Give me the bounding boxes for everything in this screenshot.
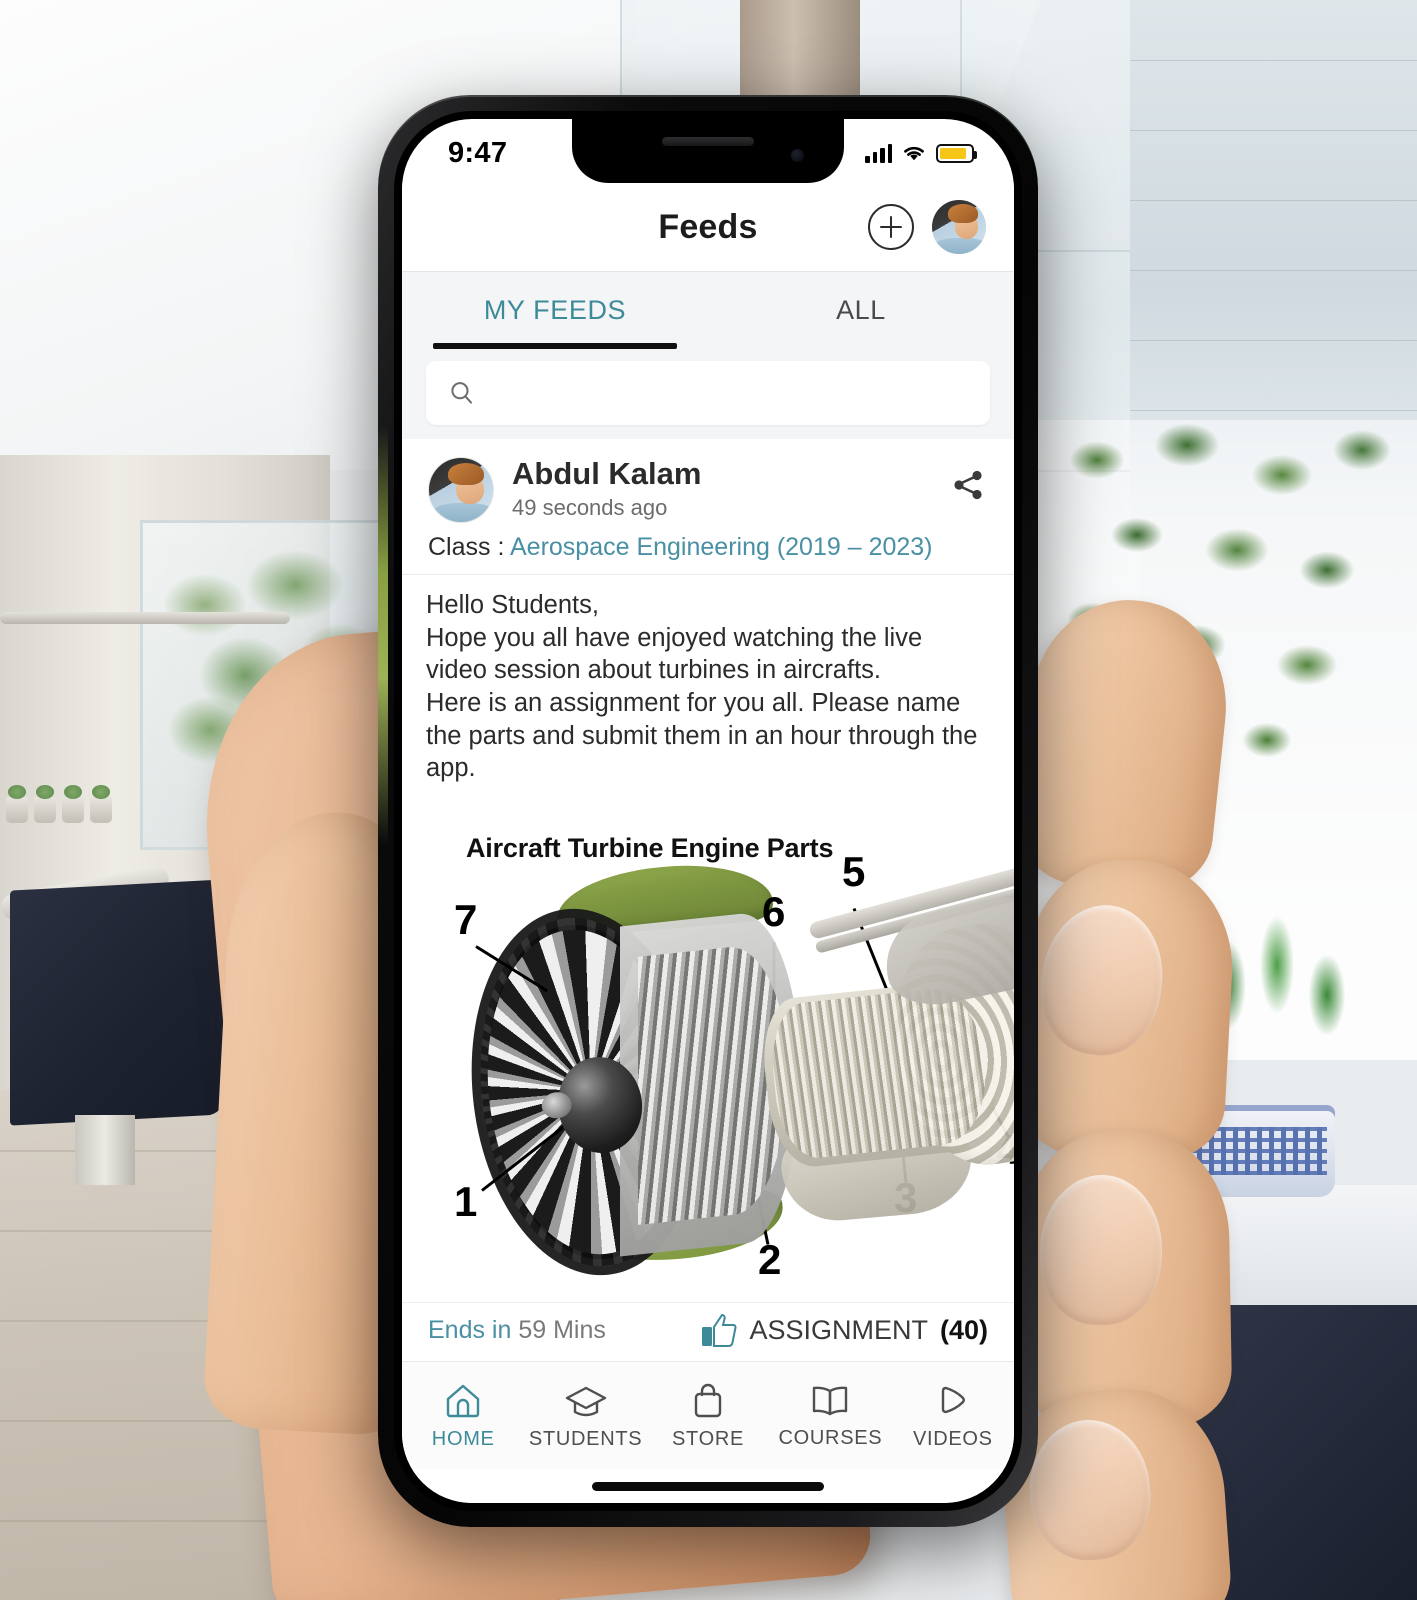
assignment-status[interactable]: ASSIGNMENT (40) [701,1313,988,1347]
thumbs-up-icon [701,1313,737,1347]
nav-item-courses-label: COURSES [778,1426,883,1449]
nav-item-home-label: HOME [431,1427,495,1450]
post-class-line: Class : Aerospace Engineering (2019 – 20… [402,529,1014,575]
lounge-chair-right [1117,1295,1417,1600]
search-section [402,349,1014,439]
shopping-bag-icon [694,1383,722,1417]
nav-item-courses[interactable]: COURSES [769,1382,891,1450]
phone-bezel: 9:47 Feeds MY FEEDS ALL Abdul Kalam 49 s… [394,111,1022,1511]
bottom-navigation: HOME STUDENTS STORE COURSES VIDEOS [402,1361,1014,1469]
post-author-name: Abdul Kalam [512,456,702,491]
app-header: Feeds [402,183,1014,271]
search-icon [451,382,473,404]
turbine-engine-illustration [410,799,1014,1302]
callout-1: 1 [454,1177,478,1225]
chair-base [75,1115,135,1185]
tab-all-label: ALL [836,295,886,325]
graduation-cap-icon [565,1386,606,1416]
open-book-icon [813,1386,848,1415]
post-author-avatar[interactable] [428,457,494,523]
tab-my-feeds-label: MY FEEDS [483,295,627,325]
avatar[interactable] [932,200,986,254]
callout-6: 6 [762,887,786,935]
home-icon [447,1384,480,1417]
tab-my-feeds[interactable]: MY FEEDS [402,272,708,349]
nav-item-videos[interactable]: VIDEOS [892,1381,1014,1451]
cellular-signal-icon [865,143,892,163]
wifi-icon [904,146,924,161]
tab-all[interactable]: ALL [708,272,1014,349]
play-icon [941,1386,965,1413]
status-bar: 9:47 [402,119,1014,183]
search-bar[interactable] [426,361,990,425]
status-time: 9:47 [448,136,508,169]
deadline-value: 59 Mins [518,1315,606,1344]
post-header: Abdul Kalam 49 seconds ago [402,439,1014,529]
callout-2: 2 [758,1235,782,1283]
nav-item-store[interactable]: STORE [647,1381,769,1451]
deadline-prefix: Ends in [428,1315,512,1344]
plus-circle-icon[interactable] [868,204,914,250]
feed-list: Abdul Kalam 49 seconds ago Class : Aeros… [402,439,1014,1361]
diagram-title: Aircraft Turbine Engine Parts [466,832,834,863]
nav-item-videos-label: VIDEOS [912,1427,993,1450]
feed-tabs: MY FEEDS ALL [402,271,1014,349]
lounge-chair-left [10,879,225,1126]
smartphone-device: 9:47 Feeds MY FEEDS ALL Abdul Kalam 49 s… [378,95,1038,1527]
nav-item-store-label: STORE [671,1427,745,1450]
assignment-count: (40) [939,1314,988,1345]
class-label: Class : [428,533,505,561]
home-indicator[interactable] [402,1469,1014,1503]
post-timestamp: 49 seconds ago [512,495,668,521]
deadline-text: Ends in 59 Mins [428,1316,606,1345]
assignment-label: ASSIGNMENT [749,1314,928,1345]
indoor-shrub [165,545,395,795]
potted-palm [1062,900,1392,1130]
window-sill [997,1185,1417,1305]
post-body-text: Hello Students, Hope you all have enjoye… [426,591,978,783]
porcelain-pot [1165,1105,1335,1197]
small-pot-row [0,778,130,823]
battery-icon [936,143,977,163]
class-link[interactable]: Aerospace Engineering (2019 – 2023) [510,533,933,561]
post-footer: Ends in 59 Mins ASSIGNMENT (40) [402,1302,1014,1361]
post-image-attachment[interactable]: Aircraft Turbine Engine Parts 7 6 5 4 3 [410,798,1014,1302]
callout-7: 7 [454,895,478,943]
callout-5: 5 [842,847,866,895]
nav-item-home[interactable]: HOME [402,1381,524,1451]
nav-item-students[interactable]: STUDENTS [524,1381,646,1451]
nav-item-students-label: STUDENTS [528,1427,643,1450]
search-input[interactable] [489,378,968,408]
share-icon[interactable] [948,465,988,505]
handrail [0,612,290,624]
phone-screen: 9:47 Feeds MY FEEDS ALL Abdul Kalam 49 s… [402,119,1014,1503]
